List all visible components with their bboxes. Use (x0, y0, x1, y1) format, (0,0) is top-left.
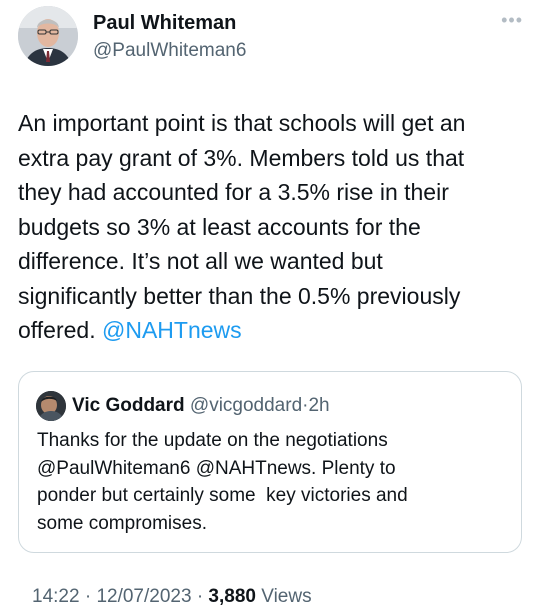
author-name[interactable]: Paul Whiteman (93, 12, 236, 35)
author-handle[interactable]: @PaulWhiteman6 (93, 40, 246, 62)
views-count: 3,880 (208, 586, 256, 607)
tweet-meta: 14:22 · 12/07/2023 · 3,880 Views (32, 586, 312, 608)
mention-link-nahtnews[interactable]: @NAHTnews (102, 317, 242, 343)
tweet-text-line: An important point is that schools will … (18, 110, 466, 136)
quoted-text-line: some compromises. (37, 512, 207, 534)
more-dots-icon[interactable]: ••• (501, 10, 523, 31)
separator-dot: · (196, 586, 204, 607)
tweet-text-tail: offered. (18, 317, 102, 343)
quoted-text-line: Thanks for the update on the negotiation… (37, 430, 388, 451)
tweet-text: An important point is that schools will … (18, 106, 528, 348)
tweet-text-line: significantly better than the 0.5% previ… (18, 282, 461, 309)
quoted-tweet-card[interactable]: Vic Goddard @vicgoddard·2h Thanks for th… (18, 371, 522, 553)
tweet-time[interactable]: 14:22 (32, 586, 80, 607)
tweet-text-line: budgets so 3% at least accounts for the (18, 213, 421, 240)
quoted-tweet-header: Vic Goddard @vicgoddard·2h (72, 394, 330, 418)
quoted-text-line: ponder but certainly some key victories … (37, 485, 408, 506)
tweet-text-line: offered. @NAHTnews (18, 313, 528, 348)
author-photo (18, 6, 78, 66)
tweet-date[interactable]: 12/07/2023 (96, 586, 191, 607)
quoted-author-name[interactable]: Vic Goddard (72, 395, 185, 416)
tweet-text-line: they had accounted for a 3.5% rise in th… (18, 179, 449, 205)
separator-dot: · (84, 586, 92, 607)
quoted-author-handle[interactable]: @vicgoddard (190, 395, 302, 416)
tweet-text-line: difference. It’s not all we wanted but (18, 248, 383, 274)
quoted-tweet-text: Thanks for the update on the negotiation… (37, 427, 507, 537)
quoted-text-line: @PaulWhiteman6 @NAHTnews. Plenty to (37, 457, 396, 479)
author-avatar[interactable] (18, 6, 78, 66)
tweet-text-line: extra pay grant of 3%. Members told us t… (18, 144, 465, 171)
quoted-author-photo (36, 391, 66, 421)
quoted-tweet-time[interactable]: 2h (308, 395, 329, 416)
quoted-author-avatar[interactable] (36, 391, 66, 421)
views-label: Views (261, 586, 312, 607)
